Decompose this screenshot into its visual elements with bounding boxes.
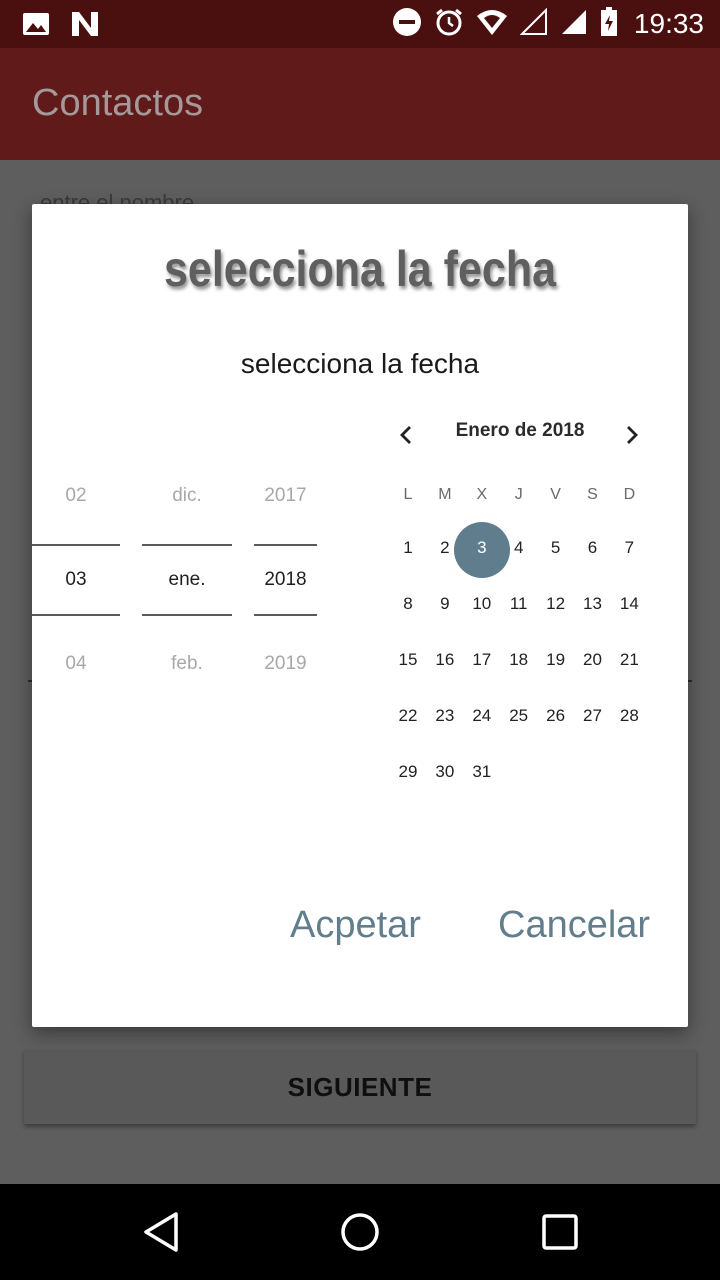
weekday-label: L xyxy=(403,486,413,503)
calendar-day[interactable]: 29 xyxy=(390,762,426,782)
year-current[interactable]: 2018 xyxy=(254,569,317,591)
home-icon[interactable] xyxy=(336,1208,384,1256)
calendar-day[interactable]: 8 xyxy=(390,594,426,614)
calendar-day[interactable]: 14 xyxy=(611,594,647,614)
day-current[interactable]: 03 xyxy=(32,569,120,591)
calendar-grid: L M X J V S D 1 2 3 4 5 6 7 8 9 10 11 12 13 14 15 16 17 18 19 20 21… xyxy=(390,474,650,784)
calendar-header: Enero de 2018 xyxy=(392,418,648,454)
date-picker-dialog: selecciona la fecha selecciona la fecha … xyxy=(32,204,688,1027)
calendar-day[interactable]: 30 xyxy=(427,762,463,782)
image-icon xyxy=(22,10,50,42)
dialog-title: selecciona la fecha xyxy=(164,241,556,297)
next-button-label: SIGUIENTE xyxy=(287,1071,433,1102)
year-rule-top xyxy=(254,544,317,546)
calendar-day[interactable]: 31 xyxy=(464,762,500,782)
calendar-day[interactable]: 24 xyxy=(464,706,500,726)
calendar-day[interactable]: 15 xyxy=(390,650,426,670)
weekday-label: J xyxy=(514,486,523,503)
battery-charging-icon xyxy=(600,7,618,41)
recents-icon[interactable] xyxy=(536,1208,584,1256)
calendar-day[interactable]: 12 xyxy=(538,594,574,614)
calendar-day[interactable]: 11 xyxy=(501,594,537,614)
calendar-day[interactable]: 6 xyxy=(575,538,611,558)
calendar-day[interactable]: 27 xyxy=(575,706,611,726)
calendar-day[interactable]: 18 xyxy=(501,650,537,670)
calendar-day[interactable]: 21 xyxy=(611,650,647,670)
wifi-icon xyxy=(476,8,508,40)
calendar-day[interactable]: 19 xyxy=(538,650,574,670)
calendar-day[interactable]: 26 xyxy=(538,706,574,726)
day-rule-top xyxy=(32,544,120,546)
status-bar: 19:33 xyxy=(0,0,720,48)
cancel-button[interactable]: Cancelar xyxy=(498,904,650,947)
day-prev[interactable]: 02 xyxy=(32,485,120,507)
calendar-day[interactable]: 20 xyxy=(575,650,611,670)
calendar-day[interactable]: 4 xyxy=(501,538,537,558)
calendar-day[interactable]: 10 xyxy=(464,594,500,614)
calendar-day[interactable]: 9 xyxy=(427,594,463,614)
app-title: Contactos xyxy=(32,82,204,124)
month-prev[interactable]: dic. xyxy=(142,485,232,507)
year-next[interactable]: 2019 xyxy=(254,653,317,675)
back-icon[interactable] xyxy=(136,1208,184,1256)
do-not-disturb-icon xyxy=(392,7,422,41)
day-next[interactable]: 04 xyxy=(32,653,120,675)
calendar-day[interactable]: 25 xyxy=(501,706,537,726)
calendar-day[interactable]: 28 xyxy=(611,706,647,726)
calendar-day[interactable]: 16 xyxy=(427,650,463,670)
chevron-right-icon[interactable] xyxy=(618,422,644,448)
clock-time: 19:33 xyxy=(633,8,704,39)
navigation-bar xyxy=(0,1184,720,1280)
year-prev[interactable]: 2017 xyxy=(254,485,317,507)
calendar-day[interactable]: 3 xyxy=(464,538,500,558)
weekday-label: X xyxy=(476,486,488,503)
calendar-day[interactable]: 1 xyxy=(390,538,426,558)
n-app-icon xyxy=(70,10,100,42)
month-current[interactable]: ene. xyxy=(142,569,232,591)
weekday-label: M xyxy=(438,486,452,503)
calendar-month-label: Enero de 2018 xyxy=(455,420,585,441)
calendar-day[interactable]: 5 xyxy=(538,538,574,558)
next-button[interactable]: SIGUIENTE xyxy=(24,1050,696,1124)
calendar-day[interactable]: 23 xyxy=(427,706,463,726)
alarm-icon xyxy=(434,7,464,41)
calendar-day[interactable]: 13 xyxy=(575,594,611,614)
month-rule-top xyxy=(142,544,232,546)
year-rule-bottom xyxy=(254,614,317,616)
weekday-label: V xyxy=(550,486,561,503)
calendar-day[interactable]: 22 xyxy=(390,706,426,726)
calendar-day[interactable]: 7 xyxy=(611,538,647,558)
month-rule-bottom xyxy=(142,614,232,616)
dialog-subtitle: selecciona la fecha xyxy=(240,348,480,379)
accept-button[interactable]: Acpetar xyxy=(290,904,421,947)
weekday-label: S xyxy=(587,486,598,503)
day-rule-bottom xyxy=(32,614,120,616)
weekday-label: D xyxy=(623,486,636,503)
signal-full-icon xyxy=(560,8,588,40)
app-bar: Contactos xyxy=(0,48,720,160)
month-next[interactable]: feb. xyxy=(142,653,232,675)
signal-empty-icon xyxy=(519,7,548,40)
calendar-day[interactable]: 17 xyxy=(464,650,500,670)
